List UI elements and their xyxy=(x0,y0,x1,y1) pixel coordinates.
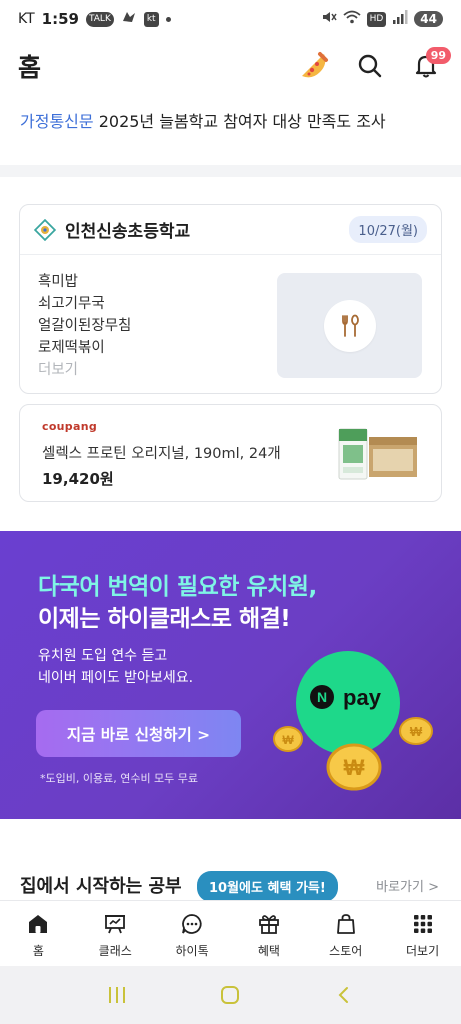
svg-text:₩: ₩ xyxy=(344,755,365,780)
school-name: 인천신송초등학교 xyxy=(65,222,191,242)
status-bar-left: KT 1:59 TALK kt xyxy=(18,9,171,29)
clock: 1:59 xyxy=(41,10,79,28)
hd-voice-icon: HD xyxy=(366,11,387,27)
bird-icon xyxy=(121,9,137,29)
home-system-button[interactable] xyxy=(210,975,250,1015)
school-logo-icon xyxy=(34,218,56,241)
naver-pay-coins-illustration: N pay ₩ ₩ ₩ xyxy=(273,651,433,791)
coupang-logo-text: coupang xyxy=(42,420,98,433)
more-notifications-dot xyxy=(165,16,171,22)
nav-label-class: 클래스 xyxy=(98,944,132,958)
menu-item: 흑미밥 xyxy=(38,274,79,290)
nav-item-class[interactable]: 클래스 xyxy=(77,901,154,966)
menu-more-link[interactable]: 더보기 xyxy=(38,359,131,381)
nav-label-hitalk: 하이톡 xyxy=(175,944,209,958)
benefits-tooltip: 10월에도 혜택 가득! xyxy=(197,871,338,908)
system-navigation-bar xyxy=(0,966,461,1024)
nav-item-home[interactable]: 홈 xyxy=(0,901,77,966)
bottom-navigation: 홈 클래스 하이톡 혜택 스토어 더보기 xyxy=(0,900,461,966)
section-divider xyxy=(0,165,461,177)
search-button[interactable] xyxy=(353,49,387,83)
wifi-icon xyxy=(343,9,361,29)
ad-product-price: 19,420원 xyxy=(42,470,114,488)
svg-text:₩: ₩ xyxy=(282,733,294,747)
nav-item-more[interactable]: 더보기 xyxy=(384,901,461,966)
menu-item: 얼갈이된장무침 xyxy=(38,318,132,334)
pizza-event-button[interactable] xyxy=(297,49,331,83)
grid-icon xyxy=(413,915,432,933)
svg-text:N: N xyxy=(317,689,327,705)
fork-spoon-icon xyxy=(341,314,359,337)
hiclass-promo-banner[interactable]: 다국어 번역이 필요한 유치원, 이제는 하이클래스로 해결! 유치원 도입 연… xyxy=(0,531,461,819)
gift-icon xyxy=(258,915,279,934)
lunch-date: 10/27(월) xyxy=(349,216,427,243)
nav-label-benefits: 혜택 xyxy=(257,944,280,958)
banner-headline-2: 이제는 하이클래스로 해결! xyxy=(38,606,291,632)
nav-label-store: 스토어 xyxy=(329,944,363,958)
notification-button[interactable]: 99 xyxy=(409,47,451,83)
search-icon xyxy=(358,54,382,78)
class-icon xyxy=(105,915,126,934)
coupang-logo: coupang xyxy=(42,420,97,433)
npay-text: pay xyxy=(343,685,382,710)
status-bar-right: HD 44 xyxy=(321,9,443,29)
page-title: 홈 xyxy=(18,53,43,82)
banner-subtext-1: 유치원 도입 연수 듣고 xyxy=(38,648,168,664)
nav-label-more: 더보기 xyxy=(405,944,440,958)
nav-label-home: 홈 xyxy=(32,944,44,958)
back-chevron-icon xyxy=(338,987,349,1003)
nav-item-benefits[interactable]: 혜택 xyxy=(230,901,307,966)
banner-headline-1: 다국어 번역이 필요한 유치원, xyxy=(38,574,317,600)
ad-product-title: 셀렉스 프로틴 오리지널, 190ml, 24개 xyxy=(42,446,281,462)
coupang-ad-card[interactable]: coupang 셀렉스 프로틴 오리지널, 190ml, 24개 19,420원 xyxy=(19,404,442,502)
banner-footnote: *도입비, 이용료, 연수비 모두 무료 xyxy=(40,772,199,785)
carrier-label: KT xyxy=(18,11,35,27)
study-section-title: 집에서 시작하는 공부 xyxy=(20,876,182,897)
recent-apps-button[interactable] xyxy=(97,975,137,1015)
meal-photo-placeholder xyxy=(277,273,422,378)
pizza-icon xyxy=(302,52,328,78)
mute-icon xyxy=(321,9,337,29)
chat-icon xyxy=(182,914,202,934)
lunch-menu-list: 흑미밥 쇠고기무국 얼갈이된장무침 로제떡볶이 더보기 xyxy=(38,271,131,381)
protein-drink-product-image xyxy=(338,428,417,480)
back-button[interactable] xyxy=(324,975,364,1015)
nav-item-store[interactable]: 스토어 xyxy=(307,901,384,966)
banner-subtext-2: 네이버 페이도 받아보세요. xyxy=(38,670,194,686)
lunch-card-header: 인천신송초등학교 10/27(월) xyxy=(20,205,441,255)
signal-icon xyxy=(392,10,408,28)
school-lunch-card[interactable]: 인천신송초등학교 10/27(월) 흑미밥 쇠고기무국 얼갈이된장무침 로제떡볶… xyxy=(19,204,442,394)
status-bar: KT 1:59 TALK kt HD 44 xyxy=(0,0,461,38)
apply-now-button[interactable]: 지금 바로 신청하기 > xyxy=(36,710,241,757)
header-actions: 99 xyxy=(297,47,451,83)
battery-indicator: 44 xyxy=(414,11,443,27)
notice-tag: 가정통신문 xyxy=(20,112,94,131)
svg-text:₩: ₩ xyxy=(410,724,423,739)
shopping-bag-icon xyxy=(336,914,355,934)
menu-item: 로제떡볶이 xyxy=(38,340,105,356)
home-circle-icon xyxy=(221,986,240,1004)
home-icon xyxy=(29,915,48,933)
notification-badge: 99 xyxy=(425,47,451,64)
meal-circle xyxy=(323,299,376,352)
app-header: 홈 99 xyxy=(0,38,461,94)
kakaotalk-icon: TALK xyxy=(85,11,114,27)
notice-text: 2025년 늘봄학교 참여자 대상 만족도 조사 xyxy=(98,112,386,131)
recent-apps-icon xyxy=(108,987,125,1003)
kt-app-icon: kt xyxy=(143,11,159,27)
notice-banner[interactable]: 가정통신문 2025년 늘봄학교 참여자 대상 만족도 조사 xyxy=(20,108,441,132)
nav-item-hitalk[interactable]: 하이톡 xyxy=(154,901,231,966)
menu-item: 쇠고기무국 xyxy=(38,296,105,312)
section-shortcut-link[interactable]: 바로가기 > xyxy=(376,876,439,895)
